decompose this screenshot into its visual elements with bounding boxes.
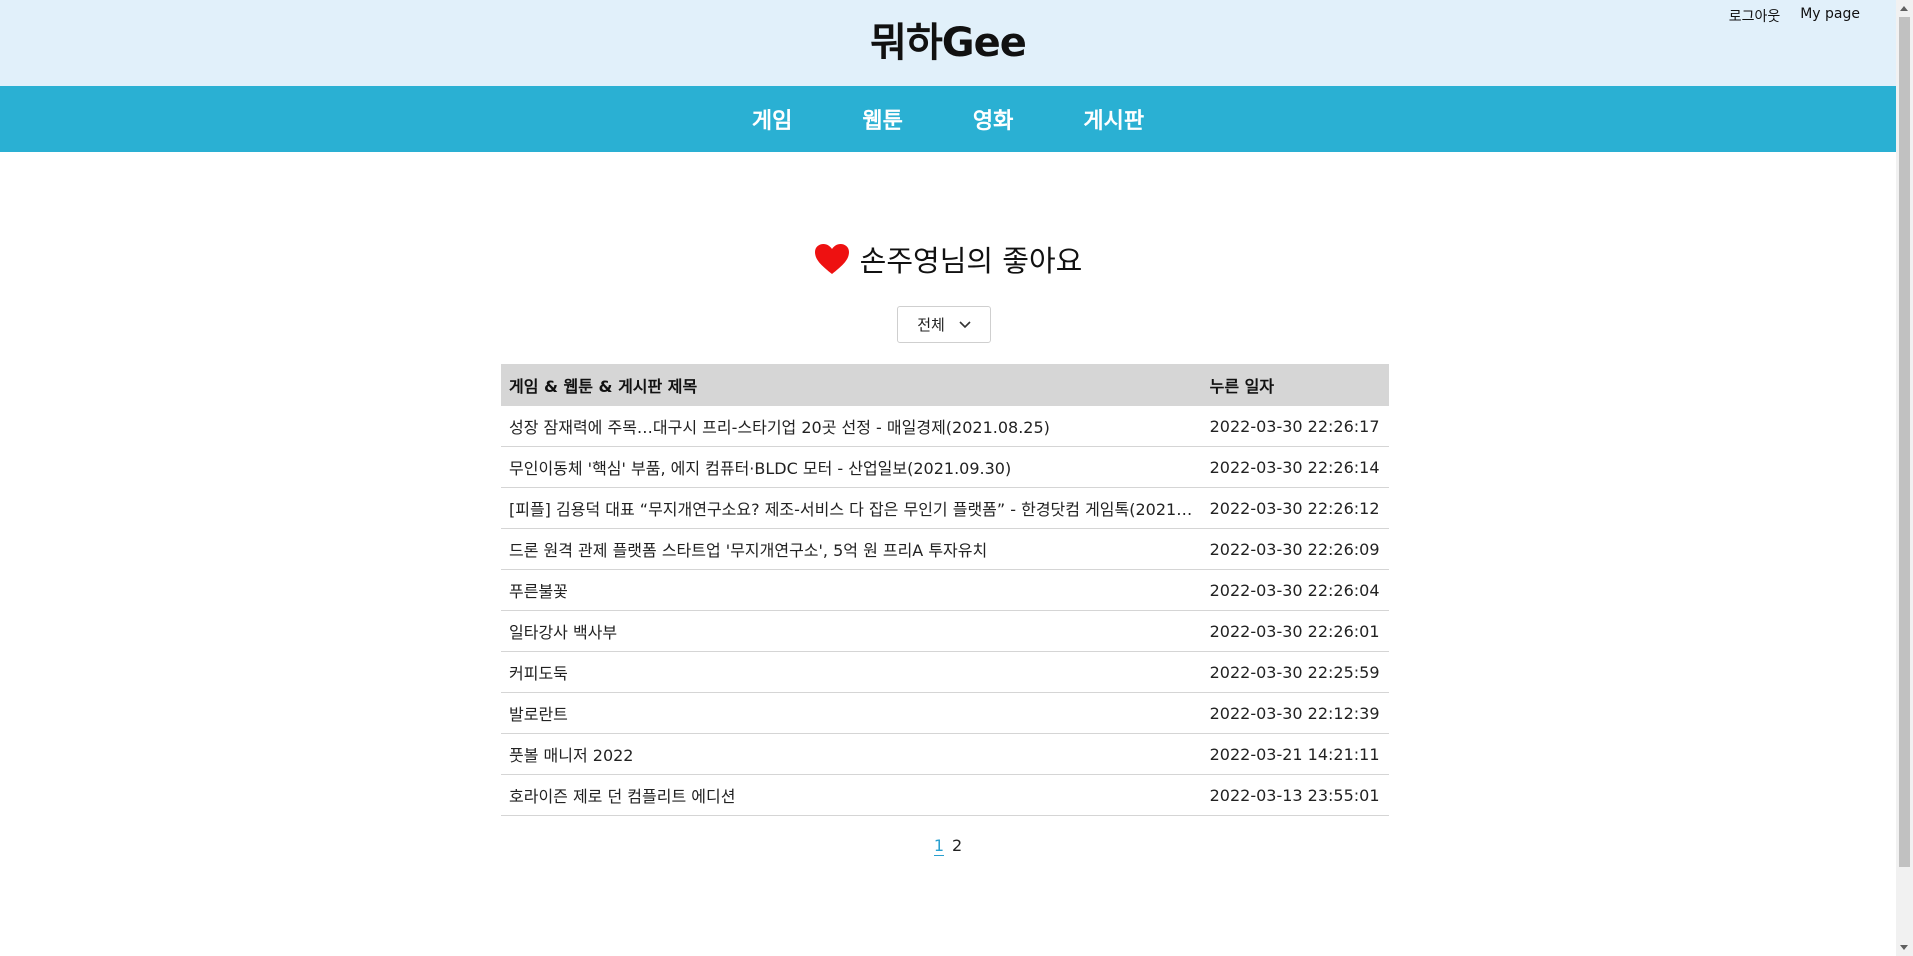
page-link-2[interactable]: 2 — [952, 836, 962, 856]
main-nav: 게임 웹툰 영화 게시판 — [0, 86, 1896, 152]
row-title[interactable]: 커피도둑 — [501, 651, 1202, 693]
table-row[interactable]: 발로란트 2022-03-30 22:12:39 — [501, 692, 1389, 734]
nav-item-board[interactable]: 게시판 — [1083, 103, 1144, 135]
pagination: 1 2 — [0, 836, 1896, 856]
row-date: 2022-03-13 23:55:01 — [1201, 774, 1389, 816]
table-row[interactable]: 드론 원격 관제 플랫폼 스타트업 '무지개연구소', 5억 원 프리A 투자유… — [501, 528, 1389, 570]
row-title[interactable]: 호라이즌 제로 던 컴플리트 에디션 — [501, 774, 1202, 816]
row-date: 2022-03-30 22:25:59 — [1201, 651, 1389, 693]
category-filter-select[interactable]: 전체 — [897, 306, 991, 343]
row-title[interactable]: 푸른불꽃 — [501, 569, 1202, 611]
nav-item-game[interactable]: 게임 — [752, 103, 792, 135]
scroll-down-arrow-icon[interactable] — [1900, 945, 1908, 950]
page-title: 손주영님의 좋아요 — [859, 244, 1083, 278]
site-logo[interactable]: 뭐하Gee — [0, 10, 1896, 68]
row-date: 2022-03-30 22:26:04 — [1201, 569, 1389, 611]
page: 뭐하Gee 로그아웃 My page 게임 웹툰 영화 게시판 손주영님의 좋아… — [0, 0, 1896, 956]
vertical-scrollbar[interactable] — [1896, 0, 1913, 956]
column-header-date: 누른 일자 — [1201, 364, 1389, 406]
row-date: 2022-03-30 22:26:12 — [1201, 487, 1389, 529]
row-date: 2022-03-30 22:26:17 — [1201, 406, 1389, 447]
row-date: 2022-03-30 22:12:39 — [1201, 692, 1389, 734]
row-date: 2022-03-30 22:26:09 — [1201, 528, 1389, 570]
table-row[interactable]: 일타강사 백사부 2022-03-30 22:26:01 — [501, 610, 1389, 652]
row-title[interactable]: 풋볼 매니저 2022 — [501, 733, 1202, 775]
page-link-1[interactable]: 1 — [933, 836, 944, 856]
nav-item-movie[interactable]: 영화 — [973, 103, 1013, 135]
chevron-down-icon — [959, 320, 971, 328]
scrollbar-thumb[interactable] — [1899, 17, 1910, 867]
row-title[interactable]: 일타강사 백사부 — [501, 610, 1202, 652]
scroll-up-arrow-icon[interactable] — [1900, 6, 1908, 11]
page-title-row: 손주영님의 좋아요 — [0, 238, 1896, 280]
column-header-title: 게임 & 웹툰 & 게시판 제목 — [501, 364, 1202, 406]
row-date: 2022-03-30 22:26:01 — [1201, 610, 1389, 652]
row-title[interactable]: 발로란트 — [501, 692, 1202, 734]
row-title[interactable]: 성장 잠재력에 주목…대구시 프리-스타기업 20곳 선정 - 매일경제(202… — [501, 406, 1202, 447]
account-links: 로그아웃 My page — [1729, 6, 1860, 26]
table-header-row: 게임 & 웹툰 & 게시판 제목 누른 일자 — [501, 364, 1389, 406]
top-header: 뭐하Gee 로그아웃 My page — [0, 0, 1896, 86]
row-title[interactable]: 드론 원격 관제 플랫폼 스타트업 '무지개연구소', 5억 원 프리A 투자유… — [501, 528, 1202, 570]
table-row[interactable]: [피플] 김용덕 대표 “무지개연구소요? 제조-서비스 다 잡은 무인기 플랫… — [501, 487, 1389, 529]
row-title[interactable]: 무인이동체 '핵심' 부품, 에지 컴퓨터·BLDC 모터 - 산업일보(202… — [501, 446, 1202, 488]
table-row[interactable]: 성장 잠재력에 주목…대구시 프리-스타기업 20곳 선정 - 매일경제(202… — [501, 406, 1389, 447]
heart-icon — [814, 244, 849, 274]
likes-table: 게임 & 웹툰 & 게시판 제목 누른 일자 성장 잠재력에 주목…대구시 프리… — [501, 364, 1389, 816]
filter-selected-value: 전체 — [917, 316, 945, 334]
logout-link[interactable]: 로그아웃 — [1729, 6, 1781, 26]
table-row[interactable]: 커피도둑 2022-03-30 22:25:59 — [501, 651, 1389, 693]
row-date: 2022-03-30 22:26:14 — [1201, 446, 1389, 488]
row-title[interactable]: [피플] 김용덕 대표 “무지개연구소요? 제조-서비스 다 잡은 무인기 플랫… — [501, 487, 1202, 529]
row-date: 2022-03-21 14:21:11 — [1201, 733, 1389, 775]
table-row[interactable]: 호라이즌 제로 던 컴플리트 에디션 2022-03-13 23:55:01 — [501, 774, 1389, 816]
mypage-link[interactable]: My page — [1800, 6, 1860, 26]
table-row[interactable]: 푸른불꽃 2022-03-30 22:26:04 — [501, 569, 1389, 611]
table-row[interactable]: 무인이동체 '핵심' 부품, 에지 컴퓨터·BLDC 모터 - 산업일보(202… — [501, 446, 1389, 488]
table-row[interactable]: 풋볼 매니저 2022 2022-03-21 14:21:11 — [501, 733, 1389, 775]
nav-item-webtoon[interactable]: 웹툰 — [862, 103, 902, 135]
